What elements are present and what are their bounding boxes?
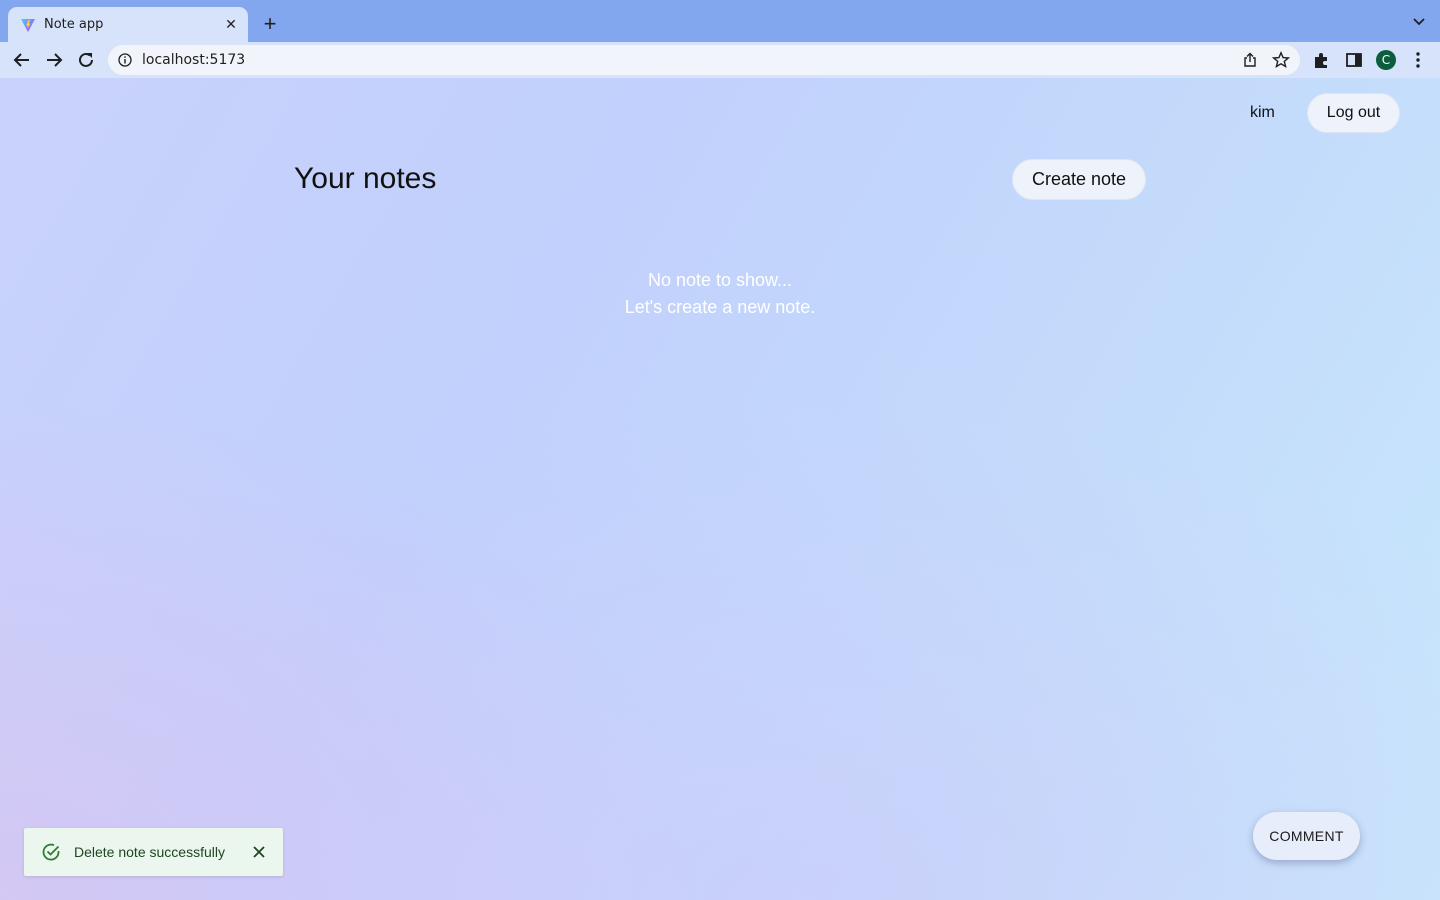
page-title: Your notes (294, 162, 437, 195)
logout-button[interactable]: Log out (1307, 93, 1400, 133)
close-icon[interactable]: ✕ (222, 15, 240, 33)
forward-icon[interactable] (43, 49, 65, 71)
app-layer: kim Log out Your notes Create note No no… (0, 78, 1440, 900)
toast-notification: Delete note successfully (24, 828, 283, 876)
extensions-icon[interactable] (1312, 50, 1332, 70)
close-icon[interactable] (252, 845, 266, 859)
info-icon[interactable] (118, 53, 132, 67)
address-bar[interactable]: localhost:5173 (108, 45, 1300, 75)
sidepanel-icon[interactable] (1344, 50, 1364, 70)
share-icon[interactable] (1242, 52, 1258, 68)
chevron-down-icon[interactable] (1412, 16, 1426, 28)
star-icon[interactable] (1272, 51, 1290, 69)
browser-toolbar: localhost:5173 C (0, 42, 1440, 78)
kebab-menu-icon[interactable] (1408, 50, 1428, 70)
plus-icon[interactable]: + (259, 13, 281, 35)
page-body: kim Log out Your notes Create note No no… (0, 78, 1440, 900)
back-icon[interactable] (11, 49, 33, 71)
url-text: localhost:5173 (142, 52, 246, 68)
vite-favicon (21, 19, 35, 32)
tab-strip: Note app ✕ + (0, 0, 1440, 42)
toast-message: Delete note successfully (74, 844, 225, 860)
avatar[interactable]: C (1376, 50, 1396, 70)
username: kim (1250, 104, 1275, 121)
browser-tab[interactable]: Note app ✕ (8, 7, 248, 42)
tab-title: Note app (44, 17, 104, 32)
empty-state-line1: No note to show... (647, 270, 793, 290)
empty-state: No note to show... Let's create a new no… (520, 267, 920, 321)
empty-state-line2: Let's create a new note. (624, 297, 816, 317)
check-circle-icon (42, 843, 60, 861)
comment-button[interactable]: COMMENT (1253, 812, 1360, 860)
reload-icon[interactable] (75, 49, 97, 71)
create-note-button[interactable]: Create note (1012, 159, 1146, 200)
